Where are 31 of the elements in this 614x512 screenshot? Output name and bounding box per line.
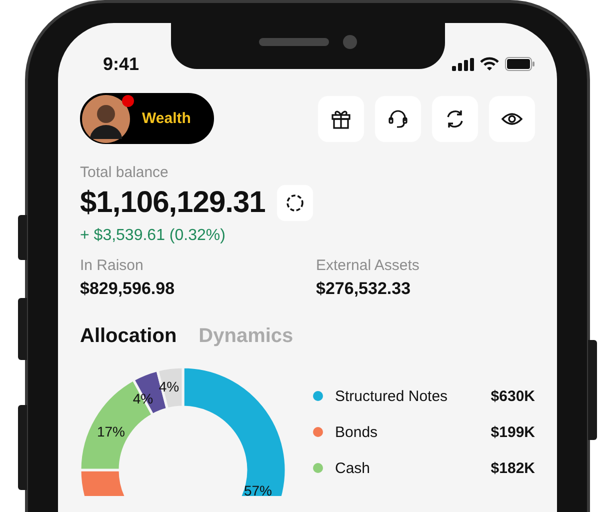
spinner-icon <box>285 193 306 213</box>
asset-group-label: In Raison <box>80 257 144 274</box>
account-switcher-button[interactable]: Wealth <box>80 93 214 144</box>
slice-percent-label: 17% <box>96 424 126 440</box>
asset-group-value: $276,532.33 <box>316 279 412 299</box>
support-button[interactable] <box>375 96 421 142</box>
legend-label: Structured Notes <box>335 388 449 404</box>
asset-group-label: External Assets <box>316 257 420 274</box>
legend-label: Cash <box>335 460 372 476</box>
battery-icon <box>505 57 535 71</box>
speaker-grille <box>259 38 329 46</box>
refresh-icon <box>444 108 466 130</box>
headset-icon <box>387 108 409 130</box>
visibility-button[interactable] <box>489 96 535 142</box>
slice-percent-label: 57% <box>244 482 272 496</box>
asset-group-value: $829,596.98 <box>80 279 176 299</box>
wifi-icon <box>480 57 499 71</box>
balance-change: + $3,539.61 (0.32%) <box>80 227 226 245</box>
legend-label: Bonds <box>335 424 379 440</box>
legend-value: $199K <box>490 424 535 440</box>
total-balance-label: Total balance <box>80 164 170 181</box>
status-time: 9:41 <box>103 54 140 74</box>
refresh-button[interactable] <box>432 96 478 142</box>
loading-button[interactable] <box>277 185 314 221</box>
chart-tab[interactable]: Allocation <box>80 325 177 348</box>
signal-icon <box>452 58 474 70</box>
camera-dot <box>343 35 357 49</box>
legend-value: $630K <box>490 388 535 404</box>
total-balance-value: $1,106,129.31 <box>80 186 266 220</box>
legend-value: $182K <box>490 460 535 476</box>
gift-button[interactable] <box>318 96 364 142</box>
